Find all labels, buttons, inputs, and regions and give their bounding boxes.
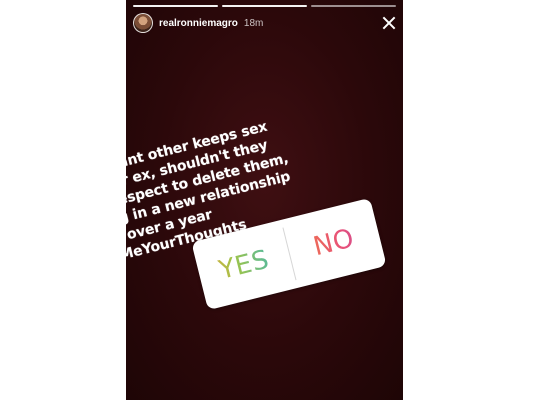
progress-segment (222, 5, 307, 7)
story-progress-bar (133, 5, 396, 7)
close-icon[interactable] (382, 16, 396, 30)
story-header: realronniemagro 18m (133, 12, 396, 34)
avatar[interactable] (133, 13, 153, 33)
username[interactable]: realronniemagro (159, 18, 238, 29)
progress-segment (311, 5, 396, 7)
post-time: 18m (243, 17, 264, 29)
progress-segment (133, 5, 218, 7)
